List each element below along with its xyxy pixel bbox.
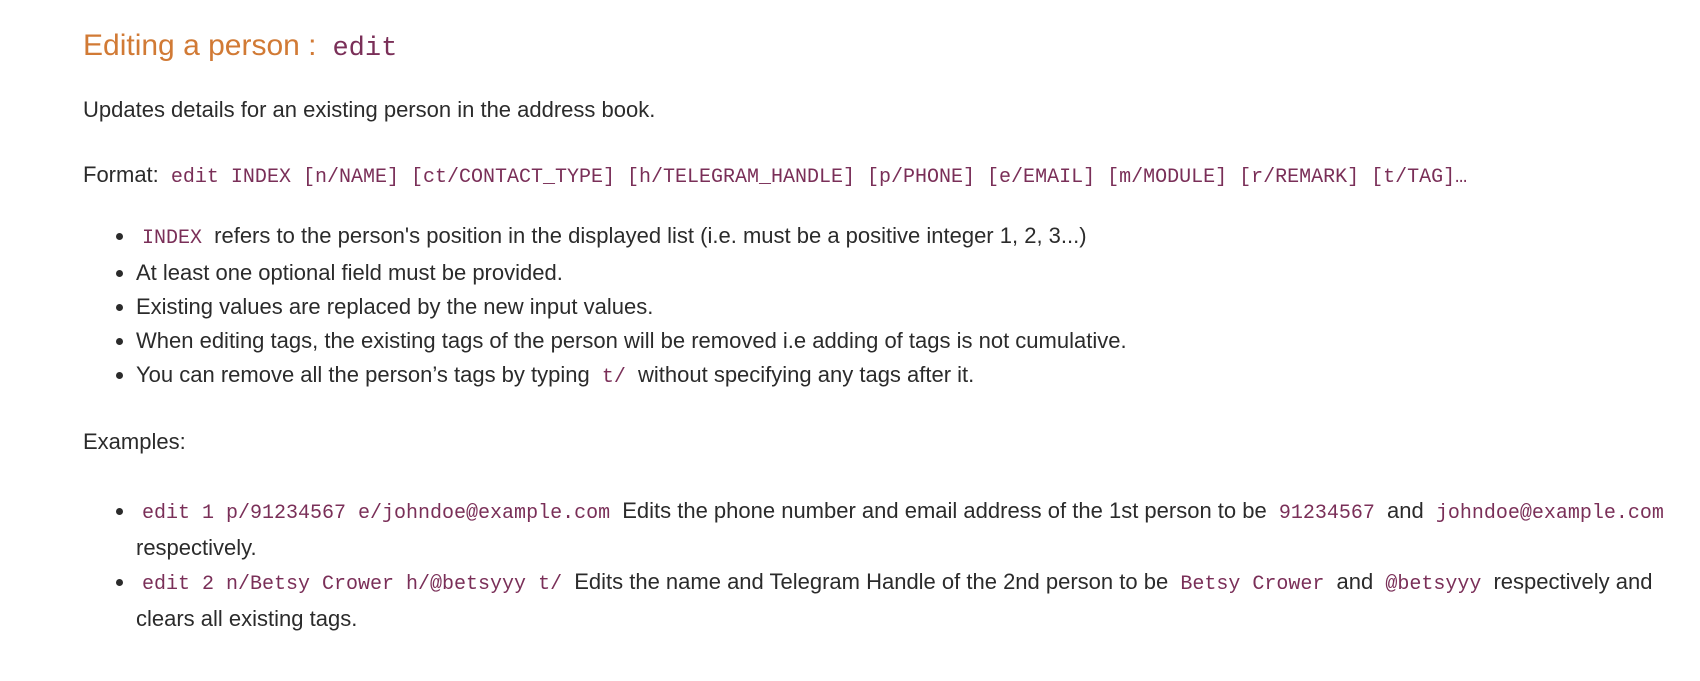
list-item: INDEX refers to the person's position in… — [136, 219, 1683, 256]
section-heading: Editing a person : edit — [83, 22, 1683, 71]
index-code: INDEX — [142, 227, 203, 251]
note-text: At least one optional field must be prov… — [136, 260, 563, 286]
example-command: edit 1 p/91234567 e/johndoe@example.com — [142, 502, 611, 526]
list-item: Existing values are replaced by the new … — [136, 290, 1683, 324]
example-text: and — [1336, 569, 1374, 595]
note-text: refers to the person's position in the d… — [214, 223, 1087, 249]
examples-list: edit 1 p/91234567 e/johndoe@example.com … — [83, 494, 1683, 636]
example-value: 91234567 — [1278, 502, 1375, 526]
examples-label: Examples: — [83, 429, 186, 455]
note-text: Existing values are replaced by the new … — [136, 294, 654, 320]
example-text: Edits the name and Telegram Handle of th… — [574, 569, 1169, 595]
example-text: and — [1387, 498, 1424, 524]
note-text: You can remove all the person’s tags by … — [136, 362, 590, 388]
section-description: Updates details for an existing person i… — [83, 97, 656, 123]
example-text: Edits the phone number and email address… — [622, 498, 1267, 524]
list-item: At least one optional field must be prov… — [136, 256, 1683, 290]
example-command: edit 2 n/Betsy Crower h/@betsyyy t/ — [142, 573, 563, 597]
section-command: edit — [332, 34, 398, 64]
tag-prefix-code: t/ — [601, 366, 626, 390]
format-line: Format: edit INDEX [n/NAME] [ct/CONTACT_… — [83, 158, 1683, 193]
example-value: johndoe@example.com — [1435, 502, 1664, 526]
list-item: You can remove all the person’s tags by … — [136, 358, 1683, 395]
document-page: Editing a person : edit Updates details f… — [0, 0, 1683, 636]
list-item: When editing tags, the existing tags of … — [136, 324, 1683, 358]
format-label: Format: — [83, 162, 159, 188]
example-value: Betsy Crower — [1180, 573, 1325, 597]
section-title: Editing a person : — [83, 29, 317, 62]
note-text: When editing tags, the existing tags of … — [136, 328, 1127, 354]
list-item: edit 1 p/91234567 e/johndoe@example.com … — [136, 494, 1683, 565]
note-text: without specifying any tags after it. — [638, 362, 975, 388]
list-item: edit 2 n/Betsy Crower h/@betsyyy t/ Edit… — [136, 565, 1683, 636]
format-syntax: edit INDEX [n/NAME] [ct/CONTACT_TYPE] [h… — [170, 166, 1468, 190]
notes-list: INDEX refers to the person's position in… — [83, 219, 1683, 395]
example-value: @betsyyy — [1385, 573, 1482, 597]
example-text: respectively. — [136, 535, 257, 561]
